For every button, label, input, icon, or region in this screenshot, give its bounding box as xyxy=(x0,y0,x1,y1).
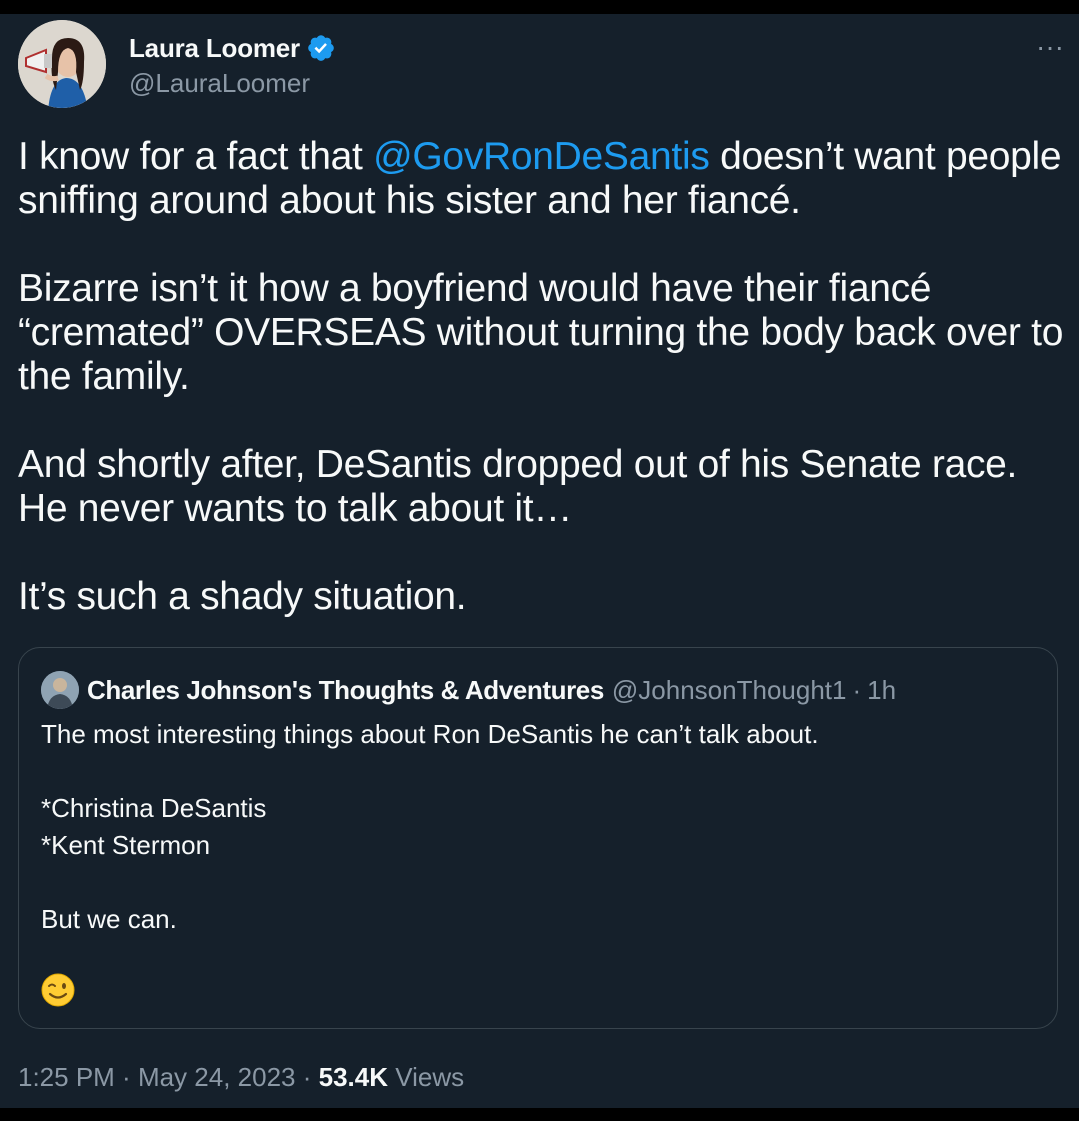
quoted-tweet[interactable]: Charles Johnson's Thoughts & Adventures … xyxy=(18,647,1058,1029)
quoted-line-1: The most interesting things about Ron De… xyxy=(41,719,819,749)
author-handle[interactable]: @LauraLoomer xyxy=(129,68,336,99)
views-label: Views xyxy=(388,1062,465,1092)
display-name-row: Laura Loomer xyxy=(129,30,336,66)
more-options-icon[interactable]: ··· xyxy=(1032,33,1068,61)
tweet-paragraph-1: I know for a fact that @GovRonDeSantis d… xyxy=(18,135,1068,223)
tweet-p1-before: I know for a fact that xyxy=(18,135,374,178)
quoted-tweet-header: Charles Johnson's Thoughts & Adventures … xyxy=(41,671,896,709)
quoted-separator: · xyxy=(852,674,862,705)
author-display-name[interactable]: Laura Loomer xyxy=(129,33,300,64)
winking-face-icon xyxy=(41,973,75,1007)
verified-badge-icon[interactable] xyxy=(306,33,336,63)
tweet-card: Laura Loomer @LauraLoomer ··· I know for… xyxy=(0,14,1079,1108)
quoted-avatar[interactable] xyxy=(41,671,79,709)
tweet-paragraph-2: Bizarre isn’t it how a boyfriend would h… xyxy=(18,267,1064,398)
tweet-paragraph-4: It’s such a shady situation. xyxy=(18,575,467,618)
tweet-meta: 1:25 PM · May 24, 2023 · 53.4K Views xyxy=(18,1062,464,1093)
quoted-author-handle[interactable]: @JohnsonThought1 xyxy=(612,675,847,706)
tweet-time[interactable]: 1:25 PM xyxy=(18,1062,115,1092)
quoted-line-2: *Christina DeSantis xyxy=(41,793,267,823)
quoted-blank-line xyxy=(41,864,1031,901)
avatar[interactable] xyxy=(18,20,106,108)
tweet-header: Laura Loomer @LauraLoomer ··· xyxy=(18,20,1064,112)
quoted-author-name[interactable]: Charles Johnson's Thoughts & Adventures xyxy=(87,675,604,706)
quoted-blank-line xyxy=(41,753,1031,790)
quoted-line-3: *Kent Stermon xyxy=(41,830,211,860)
quoted-timestamp[interactable]: 1h xyxy=(867,675,896,706)
views-count[interactable]: 53.4K xyxy=(319,1062,388,1092)
meta-separator: · xyxy=(295,1062,319,1092)
quoted-tweet-text: The most interesting things about Ron De… xyxy=(41,716,1031,938)
tweet-text: I know for a fact that @GovRonDeSantis d… xyxy=(18,135,1068,663)
author-names: Laura Loomer @LauraLoomer xyxy=(129,30,336,99)
tweet-paragraph-3: And shortly after, DeSantis dropped out … xyxy=(18,443,1018,530)
mention-link[interactable]: @GovRonDeSantis xyxy=(373,135,710,178)
quoted-line-4: But we can. xyxy=(41,904,177,934)
tweet-date[interactable]: May 24, 2023 xyxy=(138,1062,296,1092)
meta-separator: · xyxy=(114,1062,138,1092)
